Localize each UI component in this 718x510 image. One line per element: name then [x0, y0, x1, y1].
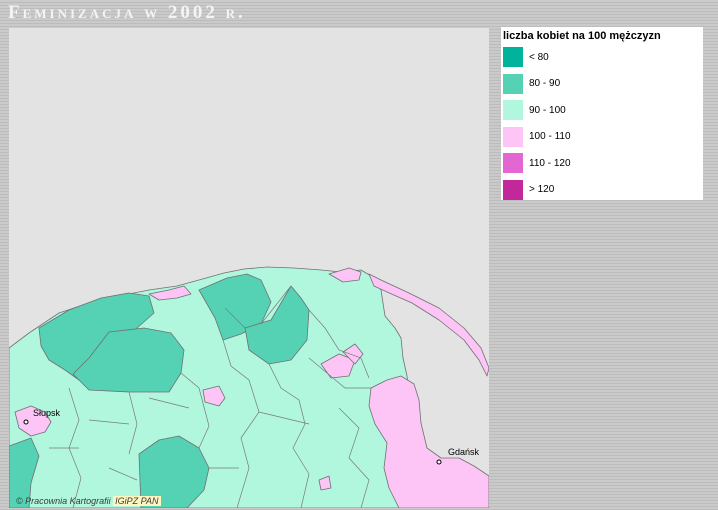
map-legend: liczba kobiet na 100 mężczyzn < 80 80 - … [501, 27, 703, 200]
legend-items: < 80 80 - 90 90 - 100 100 - 110 110 - 12… [502, 44, 703, 203]
city-marker-slupsk [23, 419, 29, 425]
legend-swatch [503, 47, 523, 68]
legend-item: 100 - 110 [502, 124, 703, 151]
legend-swatch [503, 73, 523, 94]
legend-swatch [503, 153, 523, 174]
legend-label: > 120 [529, 184, 555, 196]
legend-swatch [503, 126, 523, 147]
legend-label: < 80 [529, 51, 549, 63]
map-credit: © Pracownia Kartografii IGiPZ PAN [16, 495, 161, 507]
city-marker-gdansk [436, 459, 442, 465]
legend-swatch [503, 179, 523, 200]
map-svg [9, 266, 489, 508]
legend-item: > 120 [502, 177, 703, 204]
legend-item: < 80 [502, 44, 703, 71]
choropleth-map[interactable]: Słupsk Gdańsk © Pracownia Kartografii IG… [9, 28, 489, 508]
legend-label: 100 - 110 [529, 131, 571, 143]
city-label-gdansk: Gdańsk [448, 447, 480, 457]
credit-highlight: IGiPZ PAN [113, 496, 161, 506]
legend-swatch [503, 100, 523, 121]
legend-label: 110 - 120 [529, 157, 571, 169]
credit-prefix: © Pracownia Kartografii [16, 496, 114, 506]
legend-label: 80 - 90 [529, 78, 561, 90]
legend-item: 80 - 90 [502, 71, 703, 98]
city-label-slupsk: Słupsk [33, 408, 61, 418]
page-title: Feminizacja w 2002 r. [8, 2, 246, 23]
legend-label: 90 - 100 [529, 104, 566, 116]
legend-item: 110 - 120 [502, 150, 703, 177]
legend-title: liczba kobiet na 100 mężczyzn [503, 30, 661, 42]
legend-item: 90 - 100 [502, 97, 703, 124]
